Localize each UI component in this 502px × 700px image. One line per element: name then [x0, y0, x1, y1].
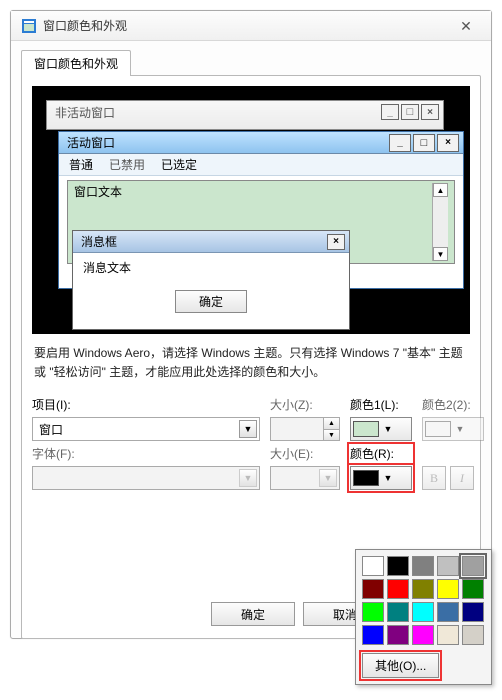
color-cell[interactable] [462, 579, 484, 599]
chevron-down-icon: ▼ [381, 424, 395, 434]
fontsize-combo: ▼ [270, 466, 340, 490]
color-cell[interactable] [362, 625, 384, 645]
close-icon: × [421, 104, 439, 120]
fontcolor-swatch [353, 470, 379, 486]
color-cell[interactable] [387, 579, 409, 599]
dialog-window: 窗口颜色和外观 ✕ 窗口颜色和外观 非活动窗口 _ □ × 活动窗口 [10, 10, 492, 639]
bold-button: B [422, 466, 446, 490]
color-cell[interactable] [412, 625, 434, 645]
color-cell[interactable] [412, 556, 434, 576]
color2-button: ▼ [422, 417, 484, 441]
color-cell[interactable] [362, 556, 384, 576]
color-cell[interactable] [412, 602, 434, 622]
chevron-down-icon: ▼ [239, 469, 257, 487]
item-label: 项目(I): [32, 396, 260, 413]
preview-scrollbar: ▲ ▼ [432, 183, 448, 261]
color2-swatch [425, 421, 451, 437]
description-text: 要启用 Windows Aero，请选择 Windows 主题。只有选择 Win… [34, 344, 468, 382]
titlebar: 窗口颜色和外观 ✕ [11, 11, 491, 41]
messagebox-ok-button: 确定 [175, 290, 247, 313]
window-title: 窗口颜色和外观 [43, 11, 451, 41]
scroll-down-icon: ▼ [433, 247, 448, 261]
stepper-down-icon: ▼ [323, 430, 339, 441]
chevron-down-icon: ▼ [453, 424, 467, 434]
fontsize-label: 大小(E): [270, 445, 340, 462]
color-cell[interactable] [462, 602, 484, 622]
color-cell[interactable] [387, 556, 409, 576]
messagebox-title: 消息框 [81, 233, 325, 250]
other-colors-button[interactable]: 其他(O)... [362, 653, 439, 678]
color-cell[interactable] [362, 579, 384, 599]
italic-button: I [450, 466, 474, 490]
inactive-window-title: 非活动窗口 [55, 104, 379, 121]
chevron-down-icon: ▼ [239, 420, 257, 438]
close-icon: × [437, 134, 459, 152]
color1-label: 颜色1(L): [350, 396, 412, 413]
fontcolor-button[interactable]: ▼ [350, 466, 412, 490]
messagebox-text: 消息文本 [83, 259, 339, 276]
color1-button[interactable]: ▼ [350, 417, 412, 441]
form-grid: 项目(I): 大小(Z): 颜色1(L): 颜色2(2): 窗口 ▼ ▲ ▼ [32, 396, 470, 490]
color-cell[interactable] [462, 625, 484, 645]
size-spinner: ▲ ▼ [270, 417, 340, 441]
active-window-title: 活动窗口 [67, 134, 387, 151]
size-label: 大小(Z): [270, 396, 340, 413]
color-picker-popup: 其他(O)... [355, 549, 492, 685]
minimize-icon: _ [389, 134, 411, 152]
tab-appearance[interactable]: 窗口颜色和外观 [21, 50, 131, 76]
menu-item-selected: 已选定 [161, 156, 197, 173]
color-cell[interactable] [437, 625, 459, 645]
color-cell[interactable] [412, 579, 434, 599]
preview-inactive-window: 非活动窗口 _ □ × [46, 100, 444, 130]
color-cell[interactable] [387, 602, 409, 622]
font-label: 字体(F): [32, 445, 260, 462]
chevron-down-icon: ▼ [319, 469, 337, 487]
chevron-down-icon: ▼ [381, 473, 395, 483]
color1-swatch [353, 421, 379, 437]
color-cell[interactable] [437, 579, 459, 599]
color-cell[interactable] [387, 625, 409, 645]
window-close-button[interactable]: ✕ [451, 11, 481, 41]
color-cell[interactable] [437, 556, 459, 576]
fontcolor-label: 颜色(R): [350, 445, 412, 462]
color-grid [362, 556, 485, 645]
maximize-icon: □ [413, 134, 435, 152]
close-icon: × [327, 234, 345, 250]
preview-messagebox: 消息框 × 消息文本 确定 [72, 230, 350, 330]
item-combo-value: 窗口 [39, 421, 239, 438]
color-cell[interactable] [462, 556, 484, 576]
preview-area: 非活动窗口 _ □ × 活动窗口 _ □ × 普通 已禁用 [32, 86, 470, 334]
color-cell[interactable] [362, 602, 384, 622]
item-combo[interactable]: 窗口 ▼ [32, 417, 260, 441]
preview-menu: 普通 已禁用 已选定 [59, 154, 463, 176]
menu-item-normal: 普通 [69, 156, 93, 173]
stepper-up-icon: ▲ [323, 418, 339, 430]
scroll-up-icon: ▲ [433, 183, 448, 197]
color2-label: 颜色2(2): [422, 396, 484, 413]
color-cell[interactable] [437, 602, 459, 622]
ok-button[interactable]: 确定 [211, 602, 295, 626]
menu-item-disabled: 已禁用 [109, 156, 145, 173]
app-icon [21, 18, 37, 34]
minimize-icon: _ [381, 104, 399, 120]
font-combo: ▼ [32, 466, 260, 490]
maximize-icon: □ [401, 104, 419, 120]
